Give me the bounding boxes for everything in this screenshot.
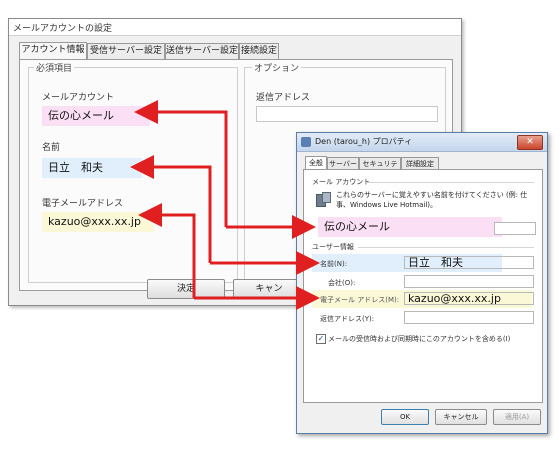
arrow-account-name-to-back [134, 100, 228, 227]
arrow-email-to-back [138, 203, 196, 298]
connector-arrows [130, 100, 320, 310]
